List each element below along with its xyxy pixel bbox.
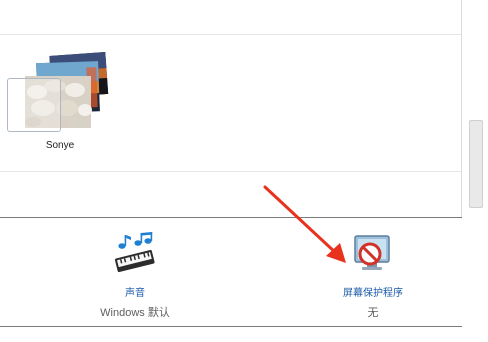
screensaver-value: 无 — [367, 307, 379, 319]
sound-icon — [114, 232, 155, 273]
scrollbar[interactable] — [462, 0, 488, 218]
divider — [0, 171, 461, 172]
theme-selection-frame — [7, 78, 61, 132]
sound-value: Windows 默认 — [100, 307, 170, 319]
theme-name: Sonye — [45, 140, 75, 151]
divider — [0, 34, 461, 35]
screensaver-icon — [354, 235, 390, 270]
sound-label[interactable]: 声音 — [75, 284, 195, 299]
theme-item-sonye[interactable]: Sonye — [3, 48, 115, 158]
theme-list-panel: Sonye — [0, 0, 462, 218]
divider — [0, 326, 462, 327]
screensaver-label[interactable]: 屏幕保护程序 — [313, 284, 433, 299]
screensaver-setting[interactable]: 屏幕保护程序 无 — [313, 232, 433, 320]
personalization-settings-bar: 声音 Windows 默认 屏幕保护程序 无 — [0, 218, 488, 342]
scroll-thumb[interactable] — [469, 120, 483, 208]
sound-setting[interactable]: 声音 Windows 默认 — [75, 232, 195, 320]
